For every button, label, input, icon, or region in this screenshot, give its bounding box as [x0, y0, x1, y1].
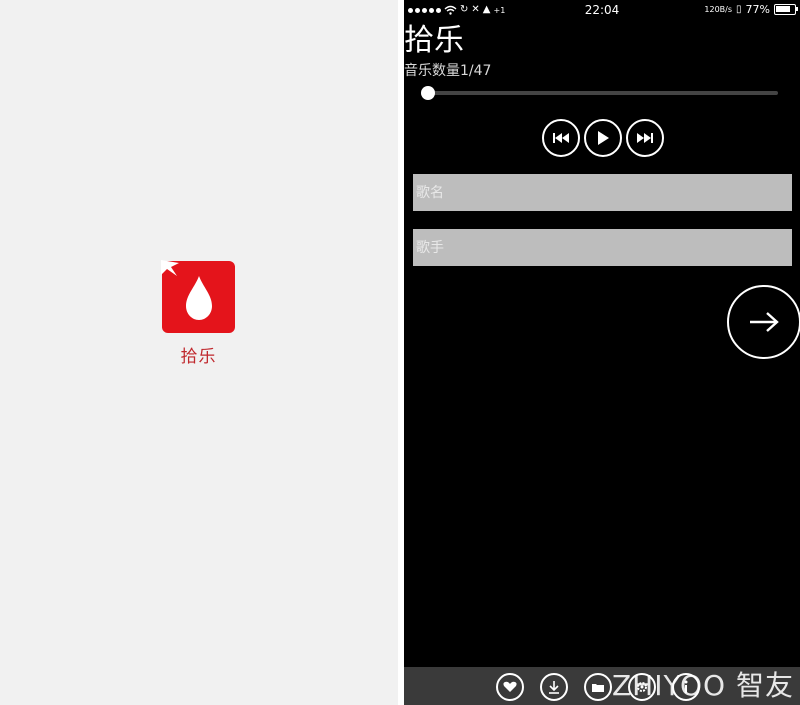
- bottom-tab-bar: ZHIYOO 智友: [404, 667, 800, 705]
- status-bar-right: 120B/s ▯ 77%: [704, 3, 798, 16]
- folder-icon: [592, 683, 604, 692]
- song-name-input[interactable]: [413, 174, 792, 211]
- player-screen: ↻ ✕ ▲ +1 22:04 120B/s ▯ 77% 拾乐 音乐数量1/47: [404, 0, 800, 705]
- play-button[interactable]: [584, 119, 622, 157]
- progress-slider-track[interactable]: [428, 91, 778, 95]
- app-icon[interactable]: [161, 260, 235, 333]
- arrow-right-icon: [750, 312, 779, 332]
- sparkle-icon: [161, 260, 179, 276]
- water-drop-icon: [186, 276, 212, 320]
- splash-screen: 拾乐: [0, 0, 398, 705]
- previous-button[interactable]: [542, 119, 580, 157]
- battery-icon: [774, 4, 798, 15]
- battery-fill: [776, 6, 790, 12]
- download-icon: [549, 681, 559, 694]
- tab-favorite[interactable]: [496, 673, 524, 701]
- heart-icon: [503, 681, 517, 692]
- play-icon: [598, 131, 609, 145]
- singer-input[interactable]: [413, 229, 792, 266]
- app-name-label: 拾乐: [180, 347, 217, 367]
- page-title: 拾乐: [404, 23, 464, 58]
- net-speed: 120B/s: [704, 5, 733, 14]
- battery-percent: 77%: [745, 3, 770, 16]
- status-bar: ↻ ✕ ▲ +1 22:04 120B/s ▯ 77%: [404, 0, 800, 22]
- tab-folder[interactable]: [584, 673, 612, 701]
- next-icon: [637, 133, 653, 143]
- watermark: ZHIYOO 智友: [611, 669, 794, 702]
- go-button[interactable]: [727, 285, 800, 359]
- screenshot-frame: 拾乐 ↻ ✕ ▲ +1 22:04 120B/s ▯ 77% 拾乐 音乐数量1/…: [0, 0, 800, 705]
- tab-download[interactable]: [540, 673, 568, 701]
- song-count: 音乐数量1/47: [404, 63, 492, 79]
- next-button[interactable]: [626, 119, 664, 157]
- progress-slider-thumb[interactable]: [421, 86, 435, 100]
- playback-controls: [542, 119, 664, 157]
- vibrate-icon: ▯: [736, 3, 742, 15]
- previous-icon: [553, 133, 569, 143]
